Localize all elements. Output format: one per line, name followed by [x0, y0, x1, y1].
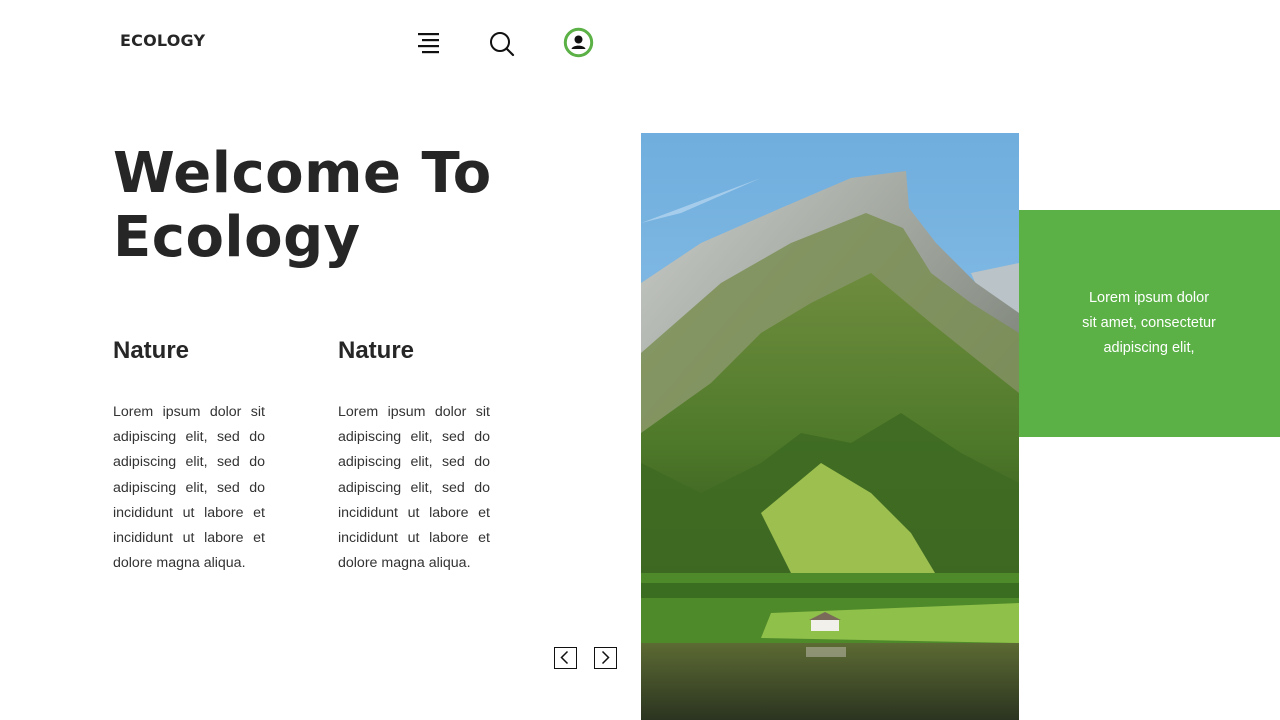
column-body-text: Lorem ipsum dolor sit adipiscing elit, s…: [338, 404, 490, 572]
user-icon[interactable]: [563, 27, 594, 58]
info-panel-line-2: sit amet, consectetur: [1082, 315, 1216, 331]
mountain-lake-image: [641, 133, 1019, 720]
page-title-line-1: Welcome To: [113, 141, 492, 206]
info-panel-line-1: Lorem ipsum dolor: [1088, 290, 1210, 306]
info-panel-line-3: adipiscing elit,: [1103, 340, 1195, 356]
previous-button[interactable]: [554, 647, 577, 669]
content-column-2: Nature Lorem ipsum dolor sit adipiscing …: [338, 336, 490, 576]
next-button[interactable]: [594, 647, 617, 669]
page-title-line-2: Ecology: [113, 205, 361, 270]
chevron-left-icon: [560, 650, 569, 665]
menu-icon[interactable]: [416, 31, 442, 55]
column-heading: Nature: [113, 337, 190, 364]
chevron-right-icon: [601, 650, 610, 665]
search-icon[interactable]: [488, 30, 516, 58]
content-column-1: Nature Lorem ipsum dolor sit adipiscing …: [113, 336, 265, 576]
page-title: Welcome To Ecology: [113, 142, 583, 270]
column-body-text: Lorem ipsum dolor sit adipiscing elit, s…: [113, 404, 265, 572]
info-panel-text: Lorem ipsum dolor sit amet, consectetur …: [1048, 286, 1250, 361]
column-heading: Nature: [338, 337, 415, 364]
brand-logo-text[interactable]: ECOLOGY: [120, 31, 205, 50]
